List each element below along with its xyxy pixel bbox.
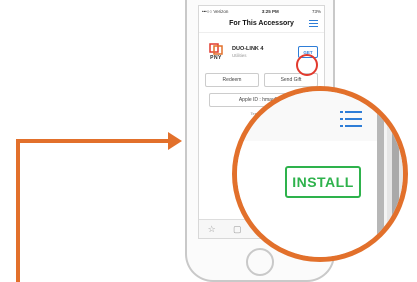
zoom-phone-edge	[377, 91, 384, 257]
zoom-content: INSTALL	[237, 91, 403, 257]
arrow-vertical-line	[16, 139, 20, 282]
zoom-body	[237, 141, 377, 257]
arrow-horizontal-line	[16, 139, 171, 143]
app-name: DUO-LINK 4	[232, 46, 264, 52]
app-info: DUO-LINK 4 Utilities	[232, 46, 298, 58]
tab-featured-icon[interactable]: ☆	[208, 224, 216, 235]
battery-label: 73%	[311, 8, 321, 14]
nav-bar: For This Accessory	[199, 16, 324, 33]
app-category: Utilities	[232, 53, 247, 58]
zoom-phone-bezel	[392, 91, 399, 257]
app-logo: PNY	[205, 41, 227, 63]
highlight-circle	[296, 54, 318, 76]
zoom-nav-bar	[237, 91, 377, 142]
carrier-label: •••○○ Verizon	[202, 8, 229, 14]
status-bar: •••○○ Verizon 3:25 PM 73%	[199, 6, 324, 16]
brand-label: PNY	[210, 55, 222, 61]
page-title: For This Accessory	[229, 20, 294, 27]
list-icon[interactable]	[309, 20, 318, 27]
redeem-button[interactable]: Redeem	[205, 73, 259, 87]
zoom-magnifier: INSTALL	[232, 86, 408, 262]
install-button[interactable]: INSTALL	[285, 166, 361, 198]
app-logo-icon	[209, 43, 223, 55]
arrow-head-icon	[168, 132, 182, 150]
zoom-list-icon[interactable]	[340, 111, 362, 129]
clock-label: 3:25 PM	[261, 8, 279, 14]
